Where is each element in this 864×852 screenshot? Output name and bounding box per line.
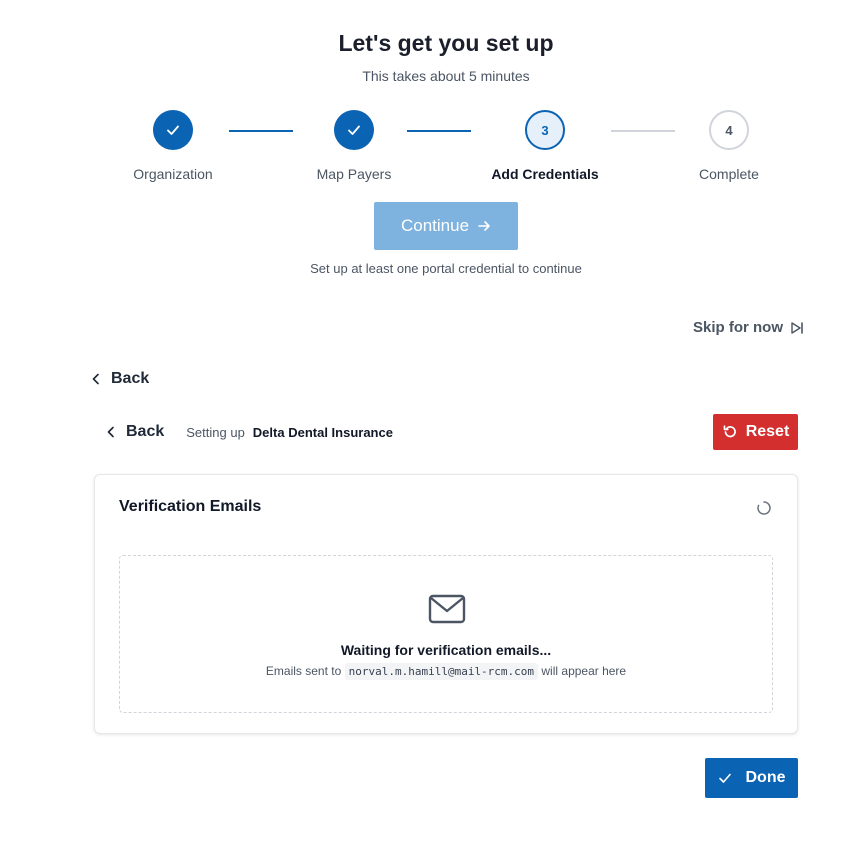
spinner-icon — [757, 501, 771, 515]
chevron-left-icon — [107, 426, 114, 438]
emails-sent-text: Emails sent to norval.m.hamill@mail-rcm.… — [120, 663, 772, 680]
continue-button[interactable]: Continue — [374, 202, 518, 250]
back-label: Back — [126, 423, 165, 440]
reset-label: Reset — [745, 423, 790, 440]
step-current-circle: 3 — [525, 110, 565, 150]
check-icon — [348, 125, 360, 135]
page-subtitle: This takes about 5 minutes — [362, 68, 530, 84]
waiting-text: Waiting for verification emails... — [340, 642, 552, 658]
continue-hint: Set up at least one portal credential to… — [310, 261, 582, 276]
step-done-circle — [153, 110, 193, 150]
card-title: Verification Emails — [119, 498, 262, 515]
check-icon — [718, 773, 731, 783]
emails-sent-suffix: will appear here — [541, 664, 627, 678]
back-button[interactable]: Back — [91, 370, 149, 388]
done-label: Done — [745, 769, 786, 786]
setup-header: Back Setting up Delta Dental Insurance R… — [106, 414, 798, 450]
step-todo-circle: 4 — [709, 110, 749, 150]
check-icon — [167, 125, 179, 135]
skip-forward-icon — [791, 321, 803, 334]
step-add-credentials: 3 Add Credentials — [475, 110, 615, 182]
step-label: Organization — [133, 166, 213, 182]
back-label: Back — [111, 370, 150, 387]
step-organization: Organization — [103, 110, 243, 182]
step-label: Complete — [699, 166, 759, 182]
step-map-payers: Map Payers — [284, 110, 424, 182]
skip-label: Skip for now — [693, 319, 783, 336]
email-address: norval.m.hamill@mail-rcm.com — [344, 663, 539, 680]
done-button[interactable]: Done — [705, 758, 798, 798]
provider-back-button[interactable]: Back — [106, 423, 164, 441]
page-title: Let's get you set up — [338, 30, 554, 56]
skip-for-now-button[interactable]: Skip for now — [693, 319, 804, 336]
setting-up-label: Setting up — [186, 424, 245, 440]
step-label: Map Payers — [316, 166, 392, 182]
step-complete: 4 Complete — [659, 110, 799, 182]
continue-label: Continue — [400, 216, 470, 235]
arrow-right-icon — [478, 221, 490, 231]
mail-icon — [428, 594, 466, 624]
provider-name: Delta Dental Insurance — [252, 424, 393, 440]
step-connector — [407, 130, 471, 132]
chevron-left-icon — [92, 373, 99, 385]
reset-button[interactable]: Reset — [713, 414, 798, 450]
email-waiting-area: Waiting for verification emails... Email… — [119, 555, 773, 713]
step-done-circle — [334, 110, 374, 150]
refresh-icon — [723, 425, 736, 438]
verification-emails-card: Verification Emails Waiting for verifica… — [94, 474, 798, 734]
step-label: Add Credentials — [491, 166, 599, 182]
emails-sent-prefix: Emails sent to — [265, 664, 342, 678]
